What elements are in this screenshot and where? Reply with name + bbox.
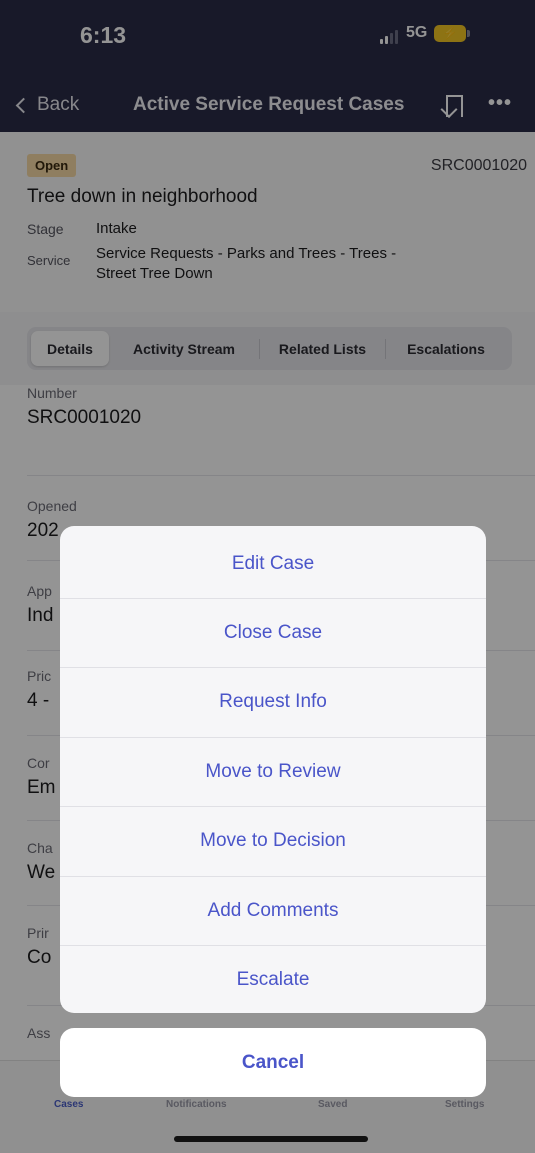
escalate-button[interactable]: Escalate bbox=[60, 945, 486, 1013]
move-to-review-button[interactable]: Move to Review bbox=[60, 737, 486, 806]
app-screen: 6:13 5G ⚡ Back Active Service Request Ca… bbox=[0, 0, 535, 1153]
request-info-button[interactable]: Request Info bbox=[60, 667, 486, 736]
move-to-decision-button[interactable]: Move to Decision bbox=[60, 806, 486, 875]
add-comments-button[interactable]: Add Comments bbox=[60, 876, 486, 945]
close-case-button[interactable]: Close Case bbox=[60, 598, 486, 667]
cancel-button[interactable]: Cancel bbox=[60, 1028, 486, 1097]
home-indicator[interactable] bbox=[174, 1136, 368, 1142]
action-sheet: Edit Case Close Case Request Info Move t… bbox=[60, 526, 486, 1013]
edit-case-button[interactable]: Edit Case bbox=[60, 529, 486, 598]
